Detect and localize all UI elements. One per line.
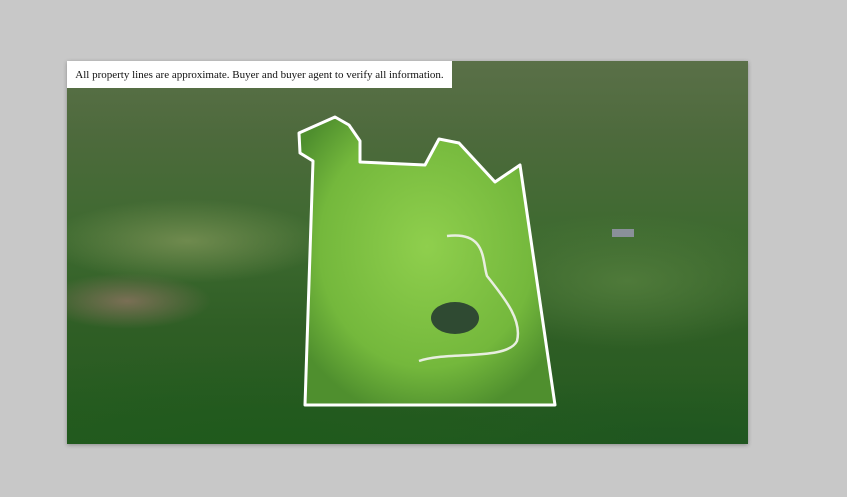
- house: [612, 229, 634, 237]
- pond: [431, 302, 479, 334]
- aerial-property-photo: [67, 61, 748, 444]
- disclaimer-banner: All property lines are approximate. Buye…: [67, 61, 452, 88]
- property-boundary: [297, 115, 557, 407]
- disclaimer-text: All property lines are approximate. Buye…: [75, 68, 444, 81]
- property-overlay: [297, 115, 634, 407]
